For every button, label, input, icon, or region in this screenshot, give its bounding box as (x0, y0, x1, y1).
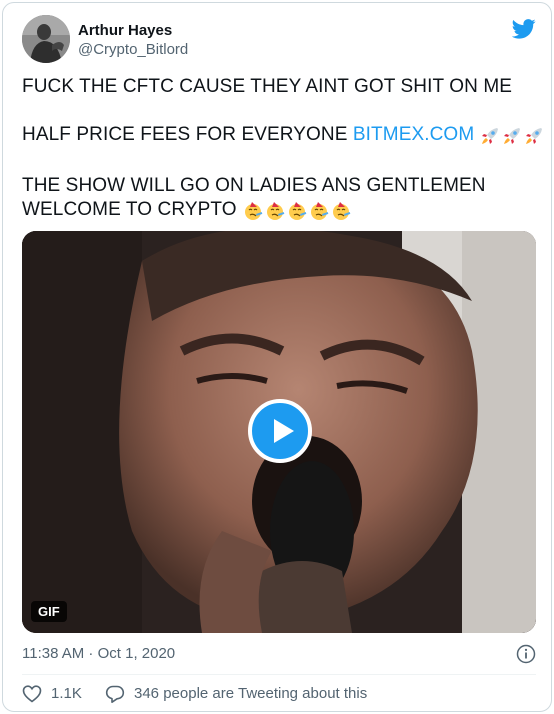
play-button[interactable] (248, 399, 312, 463)
author-handle[interactable]: @Crypto_Bitlord (78, 40, 188, 59)
reply-button[interactable]: 346 people are Tweeting about this (105, 683, 367, 705)
partying-face-emoji-icon (266, 202, 284, 220)
tweet-meta: 11:38 AM · Oct 1, 2020 (22, 644, 536, 664)
twitter-bird-icon[interactable] (512, 19, 536, 39)
tweet-card[interactable]: Arthur Hayes @Crypto_Bitlord FUCK THE CF… (2, 2, 552, 712)
partying-face-emoji-icon (244, 202, 262, 220)
rocket-emoji-icon (482, 128, 499, 144)
divider (22, 674, 536, 675)
avatar[interactable] (22, 15, 70, 63)
tweet-line-4: WELCOME TO CRYPTO (22, 198, 536, 225)
tweet-line-2-text: HALF PRICE FEES FOR EVERYONE (22, 124, 353, 145)
tweet-line-2: HALF PRICE FEES FOR EVERYONE BITMEX.COM (22, 123, 543, 150)
play-icon (274, 419, 294, 443)
reply-icon (105, 685, 125, 703)
partying-face-emoji-row (243, 201, 353, 225)
partying-face-emoji-icon (310, 202, 328, 220)
tweet-timestamp[interactable]: 11:38 AM · Oct 1, 2020 (22, 645, 175, 662)
author-display-name[interactable]: Arthur Hayes (78, 21, 188, 40)
tweet-line-4-text: WELCOME TO CRYPTO (22, 199, 237, 220)
author-block[interactable]: Arthur Hayes @Crypto_Bitlord (78, 21, 188, 59)
rocket-emoji-icon (526, 128, 543, 144)
tweet-line-1: FUCK THE CFTC CAUSE THEY AINT GOT SHIT O… (22, 76, 513, 97)
tweet-header: Arthur Hayes @Crypto_Bitlord (22, 15, 536, 65)
partying-face-emoji-icon (332, 202, 350, 220)
tweet-line-3: THE SHOW WILL GO ON LADIES ANS GENTLEMEN (22, 175, 486, 196)
reply-text: 346 people are Tweeting about this (134, 685, 368, 702)
partying-face-emoji-icon (288, 202, 306, 220)
rocket-emoji-icon (504, 128, 521, 144)
bitmex-link[interactable]: BITMEX.COM (353, 124, 474, 145)
gif-media[interactable]: GIF (22, 231, 536, 633)
like-count: 1.1K (51, 685, 82, 702)
heart-icon (22, 685, 42, 703)
gif-badge: GIF (31, 601, 67, 622)
rocket-emoji-row (480, 126, 546, 150)
tweet-actions: 1.1K 346 people are Tweeting about this (22, 683, 536, 705)
info-icon[interactable] (516, 644, 536, 664)
tweet-body: FUCK THE CFTC CAUSE THEY AINT GOT SHIT O… (22, 75, 543, 225)
like-button[interactable]: 1.1K (22, 683, 82, 705)
